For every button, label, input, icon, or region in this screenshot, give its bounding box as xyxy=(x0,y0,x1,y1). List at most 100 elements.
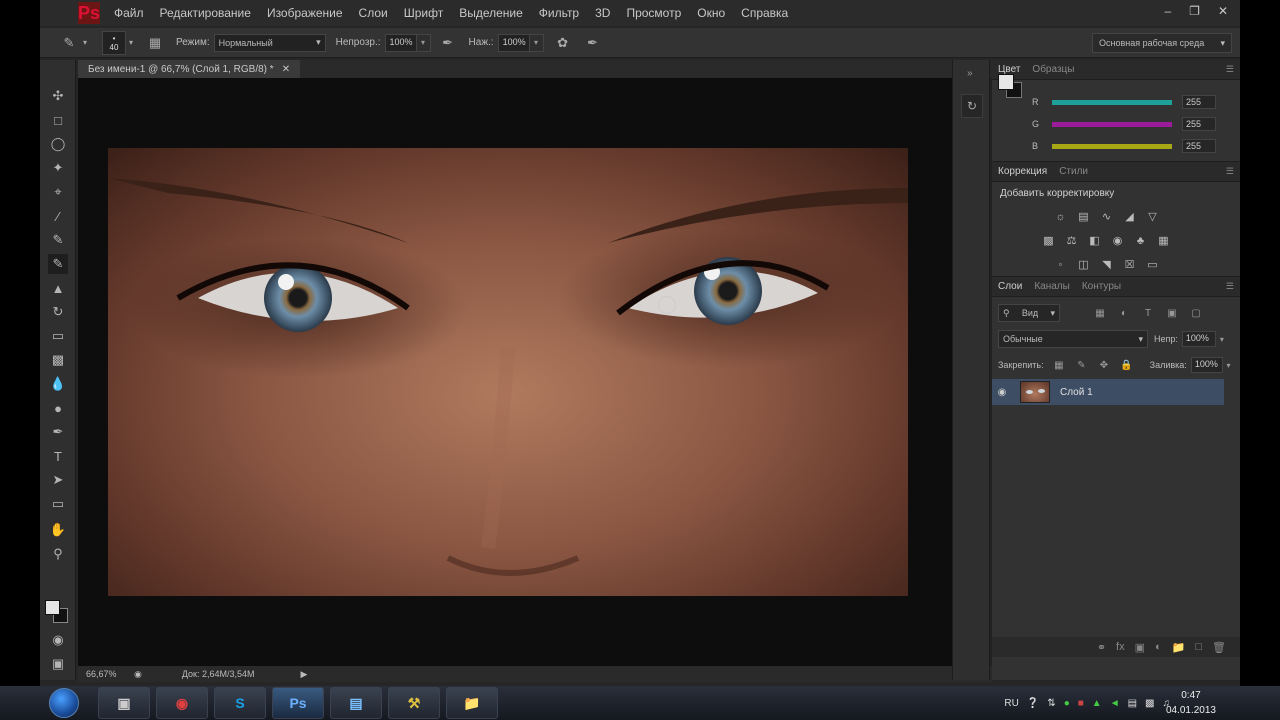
threshold-icon[interactable]: ◥ xyxy=(1098,256,1115,273)
layer-filter-select[interactable]: ⚲ Вид ▾ xyxy=(998,304,1060,322)
slider-track-r[interactable] xyxy=(1052,99,1172,105)
foreground-color-swatch[interactable] xyxy=(998,74,1014,90)
pen-tool-icon[interactable]: ✒ xyxy=(48,422,68,442)
history-panel-icon[interactable]: ↻ xyxy=(961,94,983,118)
slider-track-b[interactable] xyxy=(1052,143,1172,149)
exposure-icon[interactable]: ◢ xyxy=(1121,208,1138,225)
slider-track-g[interactable] xyxy=(1052,121,1172,127)
tab-adjustments[interactable]: Коррекция xyxy=(992,166,1053,177)
brush-tool-icon[interactable]: ✎ xyxy=(48,254,68,274)
taskbar-app-skype[interactable]: S xyxy=(214,687,266,719)
lock-all-icon[interactable]: 🔒 xyxy=(1117,356,1136,374)
fx-icon[interactable]: fx xyxy=(1116,641,1125,653)
expand-panels-icon[interactable]: » xyxy=(967,68,973,79)
tab-layers[interactable]: Слои xyxy=(992,281,1028,292)
dodge-tool-icon[interactable]: ● xyxy=(48,398,68,418)
photo-filter-icon[interactable]: ◉ xyxy=(1109,232,1126,249)
chevron-down-icon[interactable]: ▾ xyxy=(529,33,544,52)
taskbar-app-tool[interactable]: ⚒ xyxy=(388,687,440,719)
shape-tool-icon[interactable]: ▭ xyxy=(48,494,68,514)
chevron-down-icon[interactable]: ▾ xyxy=(1223,357,1234,373)
menu-select[interactable]: Выделение xyxy=(451,6,531,20)
menu-type[interactable]: Шрифт xyxy=(396,6,451,20)
chevron-down-icon[interactable]: ▾ xyxy=(80,32,90,54)
clock[interactable]: 0:47 04.01.2013 xyxy=(1166,688,1216,718)
chevron-down-icon[interactable]: ▾ xyxy=(1216,331,1228,347)
slider-r[interactable]: R 255 xyxy=(1032,95,1232,109)
screen-mode-icon[interactable]: ▣ xyxy=(48,654,68,674)
slider-b[interactable]: B 255 xyxy=(1032,139,1232,153)
invert-icon[interactable]: ◦ xyxy=(1052,256,1069,273)
posterize-icon[interactable]: ◫ xyxy=(1075,256,1092,273)
taskbar-app-photoshop[interactable]: Ps xyxy=(272,687,324,719)
eye-icon[interactable]: ◉ xyxy=(992,387,1012,398)
healing-brush-tool-icon[interactable]: ✎ xyxy=(48,230,68,250)
menu-view[interactable]: Просмотр xyxy=(618,6,689,20)
crop-tool-icon[interactable]: ⌖ xyxy=(48,182,68,202)
foreground-color-swatch[interactable] xyxy=(45,600,60,615)
lock-transparency-icon[interactable]: ▦ xyxy=(1050,356,1069,374)
restore-icon[interactable]: ❐ xyxy=(1189,4,1200,18)
path-selection-tool-icon[interactable]: ➤ xyxy=(48,470,68,490)
language-indicator[interactable]: RU xyxy=(1004,698,1018,709)
slider-g[interactable]: G 255 xyxy=(1032,117,1232,131)
selective-color-icon[interactable]: ☒ xyxy=(1121,256,1138,273)
gradient-tool-icon[interactable]: ▩ xyxy=(48,350,68,370)
tray-app-icon[interactable]: ▲ xyxy=(1092,698,1102,709)
quick-mask-icon[interactable]: ◉ xyxy=(48,630,68,650)
color-balance-icon[interactable]: ⚖ xyxy=(1063,232,1080,249)
channel-value[interactable]: 255 xyxy=(1182,95,1216,109)
filter-smart-object-icon[interactable]: ▢ xyxy=(1186,304,1206,322)
brightness-icon[interactable]: ☼ xyxy=(1052,208,1069,225)
panel-menu-icon[interactable]: ☰ xyxy=(1226,64,1234,75)
marquee-tool-icon[interactable]: □ xyxy=(48,110,68,130)
blend-mode-select[interactable]: Обычные ▾ xyxy=(998,330,1148,348)
eraser-tool-icon[interactable]: ▭ xyxy=(48,326,68,346)
history-brush-tool-icon[interactable]: ↻ xyxy=(48,302,68,322)
lock-position-icon[interactable]: ✥ xyxy=(1095,356,1114,374)
airbrush-icon[interactable]: ✿ xyxy=(552,32,574,54)
document-image[interactable] xyxy=(108,148,908,596)
menu-filter[interactable]: Фильтр xyxy=(531,6,587,20)
signal-icon[interactable]: ▩ xyxy=(1145,698,1154,709)
brush-size-preset[interactable]: • 40 xyxy=(102,30,126,55)
pressure-opacity-icon[interactable]: ✒ xyxy=(437,32,459,54)
workspace-select[interactable]: Основная рабочая среда ▾ xyxy=(1092,33,1232,53)
vibrance-icon[interactable]: ▽ xyxy=(1144,208,1161,225)
taskbar-app-media[interactable]: ▣ xyxy=(98,687,150,719)
panel-menu-icon[interactable]: ☰ xyxy=(1226,281,1234,292)
tray-app-icon[interactable]: ◄ xyxy=(1110,698,1120,709)
add-mask-icon[interactable]: ▣ xyxy=(1135,641,1145,654)
curves-icon[interactable]: ∿ xyxy=(1098,208,1115,225)
new-group-icon[interactable]: 📁 xyxy=(1172,641,1186,654)
hue-saturation-icon[interactable]: ▩ xyxy=(1040,232,1057,249)
gradient-map-icon[interactable]: ▭ xyxy=(1144,256,1161,273)
taskbar-app-chrome[interactable]: ◉ xyxy=(156,687,208,719)
trash-icon[interactable]: 🗑 xyxy=(1212,641,1226,654)
close-icon[interactable]: ✕ xyxy=(1218,4,1228,18)
menu-edit[interactable]: Редактирование xyxy=(152,6,259,20)
levels-icon[interactable]: ▤ xyxy=(1075,208,1092,225)
panel-menu-icon[interactable]: ☰ xyxy=(1226,166,1234,177)
chevron-down-icon[interactable]: ▾ xyxy=(416,33,431,52)
zoom-level[interactable]: 66,67% xyxy=(86,669,126,679)
brush-tool-icon[interactable]: ✎ xyxy=(58,32,80,54)
new-layer-icon[interactable]: □ xyxy=(1195,641,1202,653)
new-adjustment-icon[interactable]: ◐ xyxy=(1155,641,1162,653)
fill-input[interactable]: 100% xyxy=(1190,357,1223,373)
tab-paths[interactable]: Контуры xyxy=(1076,281,1127,292)
color-lookup-icon[interactable]: ▦ xyxy=(1155,232,1172,249)
link-layers-icon[interactable]: ⚭ xyxy=(1097,641,1106,654)
tab-swatches[interactable]: Образцы xyxy=(1026,64,1080,75)
opacity-input[interactable]: 100% xyxy=(384,33,417,52)
mode-select[interactable]: Нормальный ▾ xyxy=(213,33,326,52)
monitor-icon[interactable]: ▤ xyxy=(1128,698,1137,709)
tray-app-icon[interactable]: ■ xyxy=(1078,698,1084,709)
brush-panel-icon[interactable]: ▦ xyxy=(144,32,166,54)
blur-tool-icon[interactable]: 💧 xyxy=(48,374,68,394)
pressure-input[interactable]: 100% xyxy=(497,33,530,52)
document-tab[interactable]: Без имени-1 @ 66,7% (Слой 1, RGB/8) * ✕ xyxy=(78,60,301,78)
close-icon[interactable]: ✕ xyxy=(282,64,290,75)
black-white-icon[interactable]: ◧ xyxy=(1086,232,1103,249)
eyedropper-tool-icon[interactable]: ⁄ xyxy=(48,206,68,226)
